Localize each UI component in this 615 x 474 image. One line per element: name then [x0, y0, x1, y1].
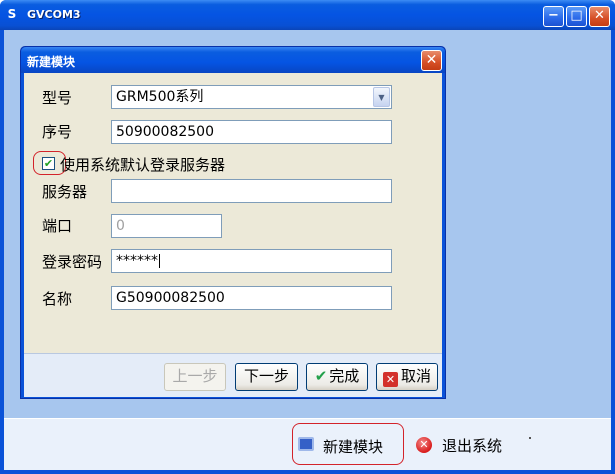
new-module-label: 新建模块 [323, 438, 384, 456]
cancel-label: 取消 [400, 367, 431, 385]
port-label: 端口 [42, 217, 73, 235]
text-caret [159, 254, 160, 268]
dialog-title: 新建模块 [27, 55, 76, 69]
default-server-checkbox-label[interactable]: 使用系统默认登录服务器 [60, 154, 225, 175]
default-server-checkbox[interactable]: ✔ [42, 157, 55, 170]
exit-system-label: 退出系统 [442, 437, 503, 455]
cancel-icon: ✕ [382, 372, 398, 387]
finish-label: 完成 [329, 367, 360, 385]
monitor-icon [298, 437, 314, 451]
window-title: GVCOM3 [27, 8, 81, 21]
model-select[interactable]: GRM500系列 ▼ [111, 85, 392, 109]
password-label: 登录密码 [42, 253, 103, 271]
port-input: 0 [111, 214, 222, 238]
serial-input[interactable]: 50900082500 [111, 120, 392, 144]
prev-step-button: 上一步 [164, 363, 226, 391]
dialog-titlebar[interactable]: 新建模块 ✕ [21, 47, 445, 73]
password-input[interactable]: ****** [111, 249, 392, 273]
close-circle-icon: ✕ [416, 437, 432, 453]
dot-mark [529, 437, 531, 439]
cancel-button[interactable]: ✕ 取消 [376, 363, 438, 391]
password-value: ****** [116, 253, 158, 269]
dialog-close-button[interactable]: ✕ [421, 50, 442, 71]
name-input[interactable]: G50900082500 [111, 286, 392, 310]
model-label: 型号 [42, 89, 73, 107]
server-input[interactable] [111, 179, 392, 203]
check-icon: ✔ [314, 367, 328, 385]
serial-label: 序号 [42, 123, 73, 141]
main-titlebar[interactable]: S GVCOM3 − □ ✕ [0, 0, 615, 30]
minimize-button[interactable]: − [543, 6, 564, 27]
model-select-value: GRM500系列 [116, 89, 204, 105]
new-module-button[interactable]: 新建模块 [292, 423, 404, 465]
close-button[interactable]: ✕ [589, 6, 610, 27]
maximize-button[interactable]: □ [566, 6, 587, 27]
server-label: 服务器 [42, 183, 88, 201]
finish-button[interactable]: ✔ 完成 [306, 363, 368, 391]
app-icon: S [7, 7, 17, 21]
name-label: 名称 [42, 290, 73, 308]
chevron-down-icon[interactable]: ▼ [373, 87, 390, 107]
next-step-button[interactable]: 下一步 [235, 363, 298, 391]
exit-system-button[interactable]: ✕ 退出系统 [414, 431, 524, 459]
